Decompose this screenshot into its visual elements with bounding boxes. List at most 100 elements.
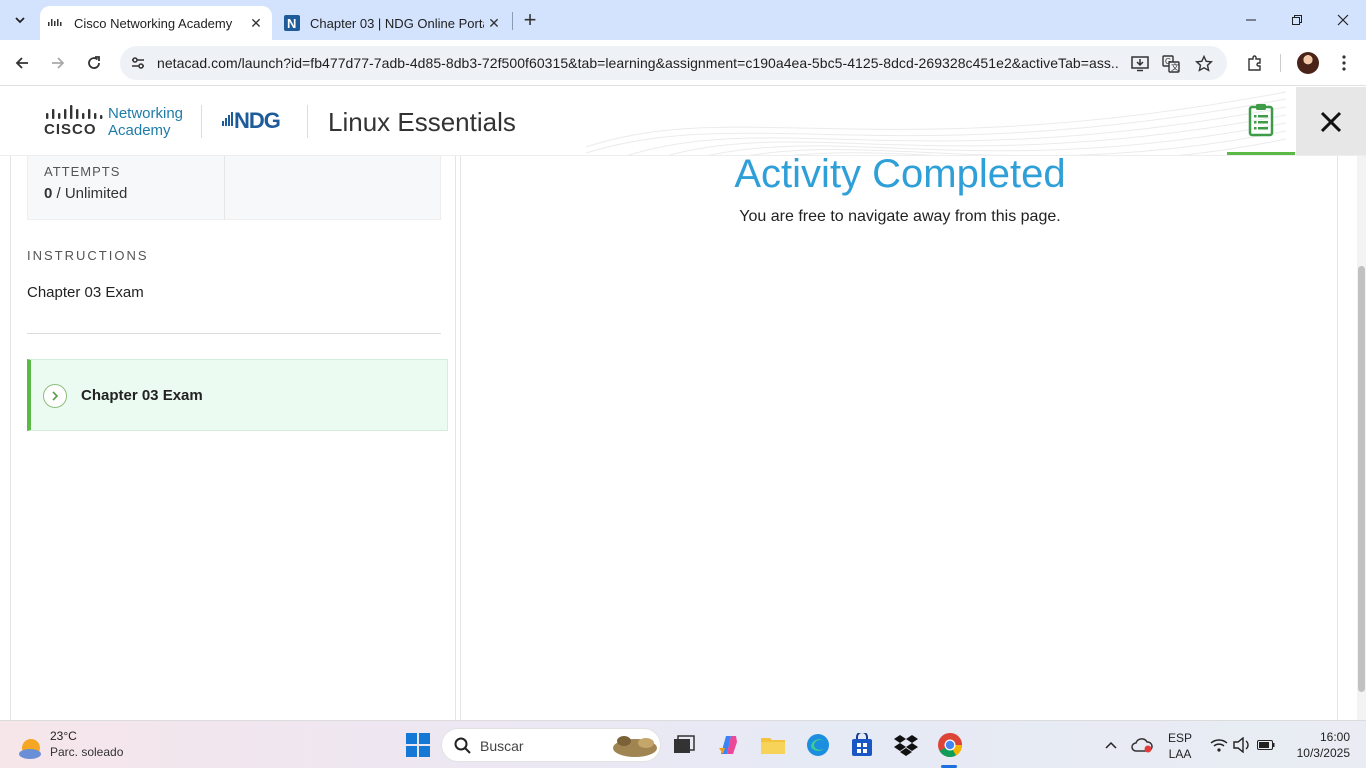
- folder-icon: [761, 738, 785, 754]
- activity-main-panel: Activity Completed You are free to navig…: [460, 152, 1338, 720]
- cisco-logo: CISCO: [44, 105, 106, 139]
- networking-academy-logo[interactable]: Networking Academy: [108, 105, 183, 139]
- install-icon: [1131, 56, 1149, 72]
- attempts-value: 0 / Unlimited: [44, 185, 127, 202]
- task-view-icon: [674, 735, 695, 753]
- profile-avatar[interactable]: [1297, 52, 1319, 74]
- minimize-button[interactable]: [1228, 0, 1274, 40]
- keyboard-layout[interactable]: LAA: [1166, 747, 1194, 761]
- assignment-panel-button[interactable]: [1227, 87, 1295, 155]
- tune-icon: [132, 57, 144, 69]
- chrome-button[interactable]: [934, 729, 966, 761]
- clock-date[interactable]: 10/3/2025: [1280, 746, 1350, 760]
- header-divider: [201, 105, 202, 138]
- onedrive-button[interactable]: [1126, 729, 1158, 761]
- signal-bars-icon: [222, 112, 234, 131]
- course-title: Linux Essentials: [328, 107, 516, 137]
- chevron-down-icon: [15, 17, 25, 24]
- networking-label: Networking: [108, 105, 184, 122]
- translate-button[interactable]: G文: [1160, 53, 1182, 75]
- back-button[interactable]: [8, 49, 36, 77]
- chevron-up-icon: [1105, 741, 1117, 749]
- install-app-button[interactable]: [1129, 53, 1151, 75]
- cisco-bridge-icon: [46, 105, 103, 119]
- windows-taskbar: 23°C Parc. soleado Buscar ESP LAA 16:00 …: [0, 720, 1366, 768]
- browser-menu-button[interactable]: [1330, 49, 1358, 77]
- battery-icon: [1257, 740, 1275, 750]
- weather-temperature: 23°C: [50, 729, 77, 743]
- edge-icon: [807, 734, 829, 756]
- clock-time[interactable]: 16:00: [1286, 730, 1350, 744]
- show-hidden-icons-button[interactable]: [1095, 729, 1127, 761]
- file-explorer-button[interactable]: [757, 729, 789, 761]
- scrollbar-thumb[interactable]: [1358, 266, 1365, 692]
- close-tab-icon[interactable]: ✕: [484, 13, 504, 33]
- tab-title: Cisco Networking Academy: [74, 15, 233, 31]
- speaker-icon: [1233, 737, 1249, 753]
- attempts-card: ATTEMPTS 0 / Unlimited: [27, 156, 441, 220]
- app-header: CISCO Networking Academy NDG Linux Essen…: [0, 87, 1366, 156]
- restore-button[interactable]: [1274, 0, 1320, 40]
- new-tab-button[interactable]: +: [518, 7, 542, 32]
- activity-completed-message: You are free to navigate away from this …: [739, 208, 1061, 225]
- microsoft-store-button[interactable]: [846, 729, 878, 761]
- page-scrollbar[interactable]: [1357, 156, 1366, 720]
- input-language[interactable]: ESP: [1166, 731, 1194, 745]
- copilot-button[interactable]: [713, 729, 745, 761]
- search-icon: [454, 737, 471, 754]
- chrome-icon: [938, 733, 962, 758]
- forward-button[interactable]: [44, 49, 72, 77]
- instructions-text: Chapter 03 Exam: [27, 284, 144, 301]
- clipboard-icon: [1248, 103, 1274, 136]
- instructions-heading: INSTRUCTIONS: [27, 248, 149, 263]
- tab-title: Chapter 03 | NDG Online Portal: [310, 15, 484, 31]
- battery-button[interactable]: [1250, 729, 1282, 761]
- assignment-sidebar: ATTEMPTS 0 / Unlimited INSTRUCTIONS Chap…: [10, 156, 456, 720]
- exam-list-item[interactable]: Chapter 03 Exam: [27, 359, 448, 431]
- task-view-button[interactable]: [668, 729, 700, 761]
- chevron-right-icon: [43, 384, 67, 408]
- puzzle-icon: [1248, 55, 1261, 71]
- close-icon: [1337, 14, 1349, 26]
- cloud-icon: [1131, 738, 1153, 753]
- ndg-wordmark: NDG: [234, 108, 281, 133]
- address-bar[interactable]: netacad.com/launch?id=fb477d77-7adb-4d85…: [120, 46, 1227, 80]
- close-icon: [1320, 111, 1342, 132]
- reload-button[interactable]: [80, 49, 108, 77]
- sidebar-divider: [27, 333, 441, 334]
- dropbox-button[interactable]: [890, 729, 922, 761]
- forward-arrow-icon: [52, 57, 65, 69]
- url-text[interactable]: netacad.com/launch?id=fb477d77-7adb-4d85…: [157, 55, 1119, 71]
- weather-widget[interactable]: 23°C Parc. soleado: [18, 729, 158, 763]
- reload-icon: [88, 56, 100, 69]
- close-activity-button[interactable]: [1296, 87, 1366, 155]
- search-highlight-icon: [613, 736, 657, 757]
- translate-icon: G文: [1162, 55, 1180, 73]
- restore-icon: [1292, 15, 1302, 25]
- browser-tabstrip: Cisco Networking Academy ✕ N Chapter 03 …: [0, 0, 1366, 40]
- tab-ndg-online-portal[interactable]: N Chapter 03 | NDG Online Portal ✕: [276, 6, 510, 40]
- bookmark-button[interactable]: [1193, 53, 1215, 75]
- store-icon: [852, 733, 872, 756]
- star-icon: [1195, 55, 1213, 72]
- edge-button[interactable]: [802, 729, 834, 761]
- tab-cisco-networking-academy[interactable]: Cisco Networking Academy ✕: [40, 6, 272, 40]
- taskbar-search[interactable]: Buscar: [441, 728, 661, 762]
- start-button[interactable]: [402, 729, 434, 761]
- dropbox-icon: [894, 735, 918, 756]
- close-tab-icon[interactable]: ✕: [246, 13, 266, 33]
- attempts-label: ATTEMPTS: [44, 164, 121, 179]
- ndg-favicon-icon: N: [284, 15, 300, 31]
- decorative-waves: [586, 91, 1286, 155]
- ndg-logo: NDG: [222, 108, 281, 133]
- card-divider: [224, 156, 225, 220]
- extensions-button[interactable]: [1241, 49, 1269, 77]
- close-window-button[interactable]: [1320, 0, 1366, 40]
- header-divider: [307, 105, 308, 138]
- more-vert-icon: [1342, 55, 1346, 71]
- site-info-button[interactable]: [128, 53, 148, 73]
- back-arrow-icon: [15, 57, 28, 69]
- svg-text:文: 文: [1171, 62, 1179, 72]
- tab-search-button[interactable]: [6, 6, 34, 34]
- tab-separator: [512, 12, 513, 30]
